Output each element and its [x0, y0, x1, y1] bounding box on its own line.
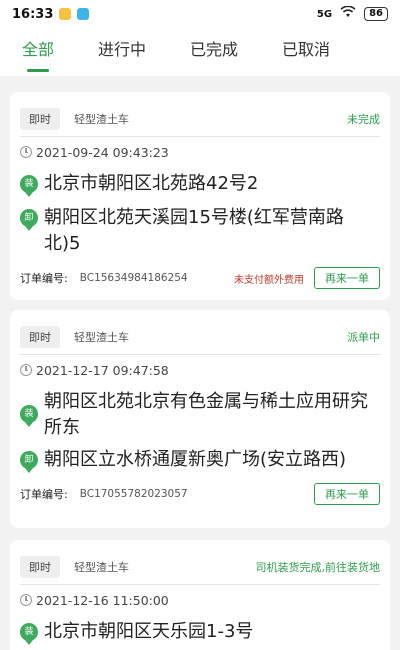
timing-chip: 即时: [20, 556, 60, 578]
unload-address: 朝阳区立水桥通厦新奥广场(安立路西): [44, 449, 347, 470]
divider: [20, 354, 380, 355]
card-footer: 订单编号: BC17055782023057 再来一单: [20, 479, 380, 509]
timing-chip: 即时: [20, 108, 60, 130]
card-footer: 订单编号: BC15634984186254 未支付额外费用 再来一单: [20, 263, 380, 293]
unload-pin-icon: 卸: [20, 209, 38, 231]
divider: [20, 136, 380, 137]
card-header: 即时 轻型渣土车 未完成: [20, 104, 380, 134]
load-pin-icon: 装: [20, 175, 38, 197]
load-pin-icon: 装: [20, 405, 38, 427]
load-address-row: 装 朝阳区北苑北京有色金属与稀土应用研究所东: [20, 389, 380, 441]
load-pin-icon: 装: [20, 623, 38, 645]
status-left: 16:33: [12, 6, 90, 22]
battery-icon: 86: [364, 7, 388, 21]
notification-app-icon: [59, 8, 72, 20]
vehicle-type: 轻型渣土车: [74, 561, 129, 574]
unload-pin-icon: 卸: [20, 451, 38, 473]
order-status: 派单中: [347, 331, 380, 344]
order-time-row: 2021-12-17 09:47:58: [20, 357, 380, 383]
tab-in-progress[interactable]: 进行中: [98, 28, 146, 76]
load-address: 北京市朝阳区天乐园1-3号: [44, 621, 254, 642]
status-bar: 16:33 5G 86: [0, 0, 400, 28]
divider: [20, 584, 380, 585]
order-status: 司机装货完成,前往装货地: [255, 561, 381, 574]
order-time: 2021-12-16 11:50:00: [36, 592, 169, 608]
clock-icon: [20, 594, 32, 606]
order-card[interactable]: 即时 轻型渣土车 未完成 2021-09-24 09:43:23 装 北京市朝阳…: [10, 92, 390, 300]
wifi-icon: [340, 5, 356, 22]
vehicle-type: 轻型渣土车: [74, 331, 129, 344]
order-time-row: 2021-09-24 09:43:23: [20, 139, 380, 165]
order-time: 2021-12-17 09:47:58: [36, 362, 169, 378]
order-time-row: 2021-12-16 11:50:00: [20, 587, 380, 613]
unload-address: 朝阳区北苑天溪园15号楼(红军营南路北)5: [44, 207, 344, 254]
order-tabs: 全部 进行中 已完成 已取消: [0, 28, 400, 76]
order-card[interactable]: 即时 轻型渣土车 派单中 2021-12-17 09:47:58 装 朝阳区北苑…: [10, 310, 390, 528]
card-header: 即时 轻型渣土车 派单中: [20, 322, 380, 352]
tab-completed[interactable]: 已完成: [190, 28, 238, 76]
reorder-button[interactable]: 再来一单: [314, 483, 380, 505]
order-number-label: 订单编号:: [20, 272, 68, 285]
notification-check-icon: [77, 8, 90, 20]
load-address-row: 装 北京市朝阳区北苑路42号2: [20, 171, 380, 197]
card-header: 即时 轻型渣土车 司机装货完成,前往装货地: [20, 552, 380, 582]
status-time: 16:33: [12, 6, 54, 22]
load-address-row: 装 北京市朝阳区天乐园1-3号: [20, 619, 380, 645]
order-number: BC17055782023057: [79, 488, 188, 500]
order-time: 2021-09-24 09:43:23: [36, 144, 169, 160]
clock-icon: [20, 146, 32, 158]
unload-address-row: 卸 朝阳区立水桥通厦新奥广场(安立路西): [20, 447, 380, 473]
unload-address-row: 卸 朝阳区北苑天溪园15号楼(红军营南路北)5: [20, 205, 380, 257]
unpaid-fee-notice: 未支付额外费用: [234, 274, 304, 286]
timing-chip: 即时: [20, 326, 60, 348]
status-right: 5G 86: [316, 5, 388, 22]
tab-all[interactable]: 全部: [22, 28, 54, 76]
clock-icon: [20, 364, 32, 376]
order-card[interactable]: 即时 轻型渣土车 司机装货完成,前往装货地 2021-12-16 11:50:0…: [10, 540, 390, 650]
reorder-button[interactable]: 再来一单: [314, 267, 380, 289]
order-number-label: 订单编号:: [20, 488, 68, 501]
cellular-signal-icon: 5G: [316, 8, 333, 20]
order-status: 未完成: [347, 113, 380, 126]
vehicle-type: 轻型渣土车: [74, 113, 129, 126]
order-number: BC15634984186254: [79, 272, 188, 284]
tab-cancelled[interactable]: 已取消: [282, 28, 330, 76]
load-address: 朝阳区北苑北京有色金属与稀土应用研究所东: [44, 391, 368, 438]
load-address: 北京市朝阳区北苑路42号2: [44, 173, 259, 194]
